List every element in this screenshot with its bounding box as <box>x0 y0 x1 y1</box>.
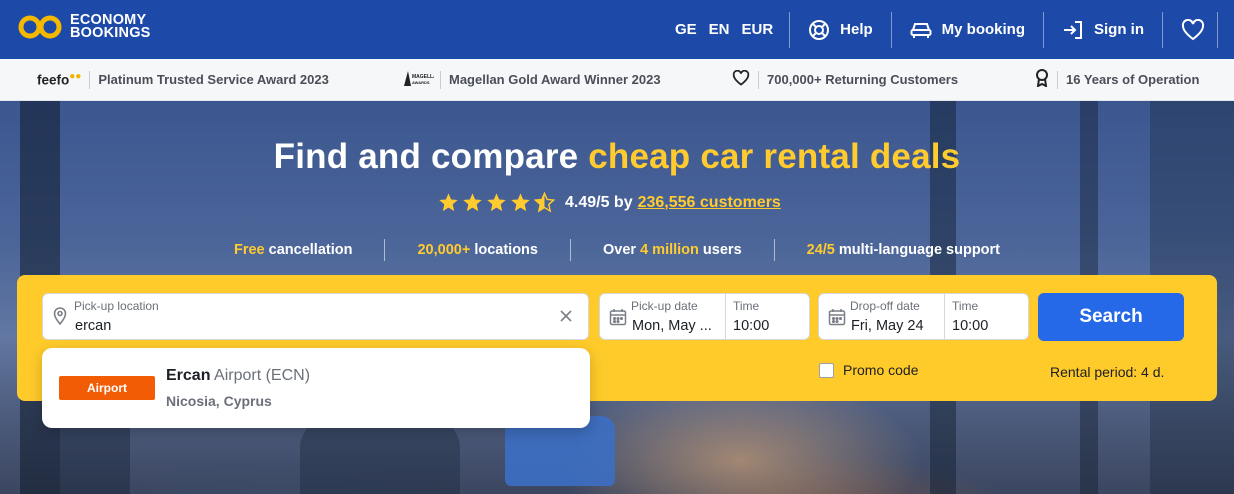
location-pin-icon <box>53 307 67 330</box>
promo-code-label: Promo code <box>843 362 919 378</box>
sign-in-button[interactable]: Sign in <box>1044 0 1162 59</box>
my-booking-label: My booking <box>941 21 1025 38</box>
economy-bookings-logo[interactable]: ECONOMY BOOKINGS <box>16 12 151 42</box>
feature-list: Free cancellation 20,000+ locations Over… <box>0 239 1234 261</box>
feature-locations: 20,000+ locations <box>417 242 538 258</box>
customers-link[interactable]: 236,556 customers <box>638 194 781 212</box>
my-booking-button[interactable]: My booking <box>892 0 1043 59</box>
feefo-award-text: Platinum Trusted Service Award 2023 <box>98 72 329 87</box>
favorites-button[interactable] <box>1163 0 1217 59</box>
star-icon <box>463 193 482 212</box>
calendar-icon <box>828 308 846 331</box>
star-icon <box>511 193 530 212</box>
star-icon <box>439 193 458 212</box>
customer-rating: 4.49/5 by 236,556 customers <box>438 192 781 213</box>
language-en[interactable]: EN <box>709 21 730 38</box>
returning-customers-text: 700,000+ Returning Customers <box>767 72 959 87</box>
lifebuoy-icon <box>808 19 830 41</box>
location-suggestions-dropdown: Airport Ercan Airport (ECN) Nicosia, Cyp… <box>42 348 590 428</box>
help-button[interactable]: Help <box>790 0 891 59</box>
pickup-time-value[interactable]: 10:00 <box>733 318 769 334</box>
help-label: Help <box>840 21 873 38</box>
magellan-logo-icon: MAGELLANAWARDS <box>402 68 441 91</box>
sign-in-icon <box>1062 19 1084 41</box>
feefo-award: feefo●● Platinum Trusted Service Award 2… <box>37 59 329 101</box>
years-of-operation: 16 Years of Operation <box>1035 59 1199 101</box>
sign-in-label: Sign in <box>1094 21 1144 38</box>
search-button[interactable]: Search <box>1038 293 1184 341</box>
rental-period: Rental period: 4 d. <box>1050 364 1165 380</box>
suggestion-item[interactable]: Airport Ercan Airport (ECN) Nicosia, Cyp… <box>42 348 590 428</box>
promo-code-toggle[interactable]: Promo code <box>819 362 918 378</box>
pickup-date-label: Pick-up date <box>631 299 698 313</box>
currency-eur[interactable]: EUR <box>741 21 773 38</box>
page-title: Find and compare cheap car rental deals <box>273 137 961 176</box>
top-header: ECONOMY BOOKINGS GE EN EUR Help My booki… <box>0 0 1234 59</box>
pickup-location-field[interactable]: Pick-up location ercan <box>42 293 589 340</box>
feature-free-cancellation: Free cancellation <box>233 242 353 258</box>
language-ge[interactable]: GE <box>675 21 697 38</box>
medal-icon <box>1035 69 1049 90</box>
suggestion-title: Ercan Airport (ECN) <box>166 367 311 384</box>
half-star-icon <box>534 192 555 213</box>
heart-outline-icon <box>732 69 750 89</box>
rating-stars <box>438 192 555 213</box>
language-currency-selector: GE EN EUR <box>675 21 789 38</box>
heart-icon <box>1181 18 1205 41</box>
clear-icon[interactable] <box>560 309 572 327</box>
airport-badge: Airport <box>59 376 155 400</box>
car-icon <box>910 21 932 39</box>
magellan-award: MAGELLANAWARDS Magellan Gold Award Winne… <box>402 59 661 101</box>
logo-line-2: BOOKINGS <box>70 25 151 41</box>
pickup-location-label: Pick-up location <box>74 299 159 313</box>
hero-section: Find and compare cheap car rental deals … <box>0 101 1234 494</box>
pickup-location-input[interactable]: ercan <box>75 318 111 334</box>
pickup-time-label: Time <box>733 299 760 313</box>
pickup-date-field[interactable]: Pick-up date Mon, May ... Time 10:00 <box>599 293 810 340</box>
star-icon <box>487 193 506 212</box>
logo-icon <box>16 12 66 42</box>
dropoff-date-label: Drop-off date <box>850 299 920 313</box>
nav-divider <box>1217 11 1218 48</box>
dropoff-time-label: Time <box>952 299 979 313</box>
calendar-icon <box>609 308 627 331</box>
promo-code-checkbox[interactable] <box>819 362 834 378</box>
dropoff-date-field[interactable]: Drop-off date Fri, May 24 Time 10:00 <box>818 293 1029 340</box>
rating-value: 4.49/5 by <box>565 193 633 211</box>
dropoff-time-value[interactable]: 10:00 <box>952 318 988 334</box>
suggestion-location: Nicosia, Cyprus <box>166 393 272 409</box>
feature-support: 24/5 multi-language support <box>806 242 1001 258</box>
pickup-date-value: Mon, May ... <box>632 318 712 334</box>
feature-users: Over 4 million users <box>602 242 742 258</box>
magellan-award-text: Magellan Gold Award Winner 2023 <box>449 72 661 87</box>
header-nav: GE EN EUR Help My booking Sign in <box>675 0 1218 59</box>
svg-text:AWARDS: AWARDS <box>412 80 430 85</box>
dropoff-date-value: Fri, May 24 <box>851 318 924 334</box>
years-text: 16 Years of Operation <box>1066 72 1200 87</box>
feefo-logo: feefo●● <box>37 71 82 88</box>
returning-customers: 700,000+ Returning Customers <box>732 59 958 101</box>
trust-bar: feefo●● Platinum Trusted Service Award 2… <box>0 59 1234 101</box>
